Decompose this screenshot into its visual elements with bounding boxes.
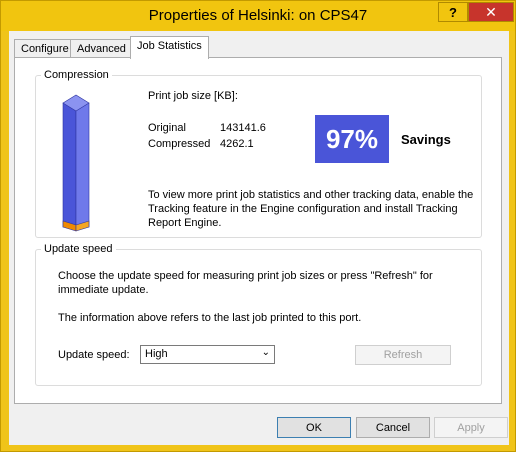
- ok-button[interactable]: OK: [277, 417, 351, 438]
- properties-dialog: Properties of Helsinki: on CPS47 ? ✕ Con…: [0, 0, 516, 452]
- compression-group: Compression Print job size [KB]: Origina…: [35, 69, 482, 238]
- tab-configure[interactable]: Configure: [14, 39, 76, 59]
- info-text-line3: Report Engine.: [148, 217, 222, 229]
- update-speed-label: Update speed:: [58, 349, 130, 361]
- dialog-client-area: Configure Advanced Job Statistics Compre…: [9, 31, 509, 445]
- original-label: Original: [148, 122, 186, 134]
- savings-label: Savings: [401, 132, 451, 147]
- bar-front-right: [75, 102, 90, 228]
- info-text-line2: Tracking feature in the Engine configura…: [148, 203, 458, 215]
- compression-bar-chart: [62, 94, 90, 232]
- chevron-down-icon: ⌄: [261, 347, 270, 358]
- compressed-label: Compressed: [148, 138, 211, 150]
- update-speed-desc-line1: Choose the update speed for measuring pr…: [58, 270, 433, 282]
- close-button[interactable]: ✕: [468, 2, 514, 22]
- help-button[interactable]: ?: [438, 2, 468, 22]
- bar-front-left: [62, 102, 77, 228]
- update-speed-selected-value: High: [145, 348, 168, 360]
- size-heading: Print job size [KB]:: [148, 90, 238, 102]
- compression-group-title: Compression: [41, 69, 112, 81]
- apply-button[interactable]: Apply: [434, 417, 508, 438]
- update-speed-desc-line2: immediate update.: [58, 284, 149, 296]
- tab-job-statistics[interactable]: Job Statistics: [130, 36, 209, 59]
- update-speed-group-title: Update speed: [41, 243, 116, 255]
- last-job-info: The information above refers to the last…: [58, 312, 362, 324]
- update-speed-select[interactable]: High ⌄: [140, 345, 275, 364]
- original-value: 143141.6: [220, 122, 266, 134]
- job-statistics-panel: Compression Print job size [KB]: Origina…: [14, 57, 502, 404]
- info-text-line1: To view more print job statistics and ot…: [148, 189, 474, 201]
- update-speed-group: Update speed Choose the update speed for…: [35, 243, 482, 386]
- tab-advanced[interactable]: Advanced: [70, 39, 133, 59]
- savings-percent: 97%: [315, 115, 389, 163]
- compression-bar: [62, 94, 90, 232]
- compressed-value: 4262.1: [220, 138, 254, 150]
- refresh-button[interactable]: Refresh: [355, 345, 451, 365]
- cancel-button[interactable]: Cancel: [356, 417, 430, 438]
- title-bar: Properties of Helsinki: on CPS47 ? ✕: [1, 1, 515, 31]
